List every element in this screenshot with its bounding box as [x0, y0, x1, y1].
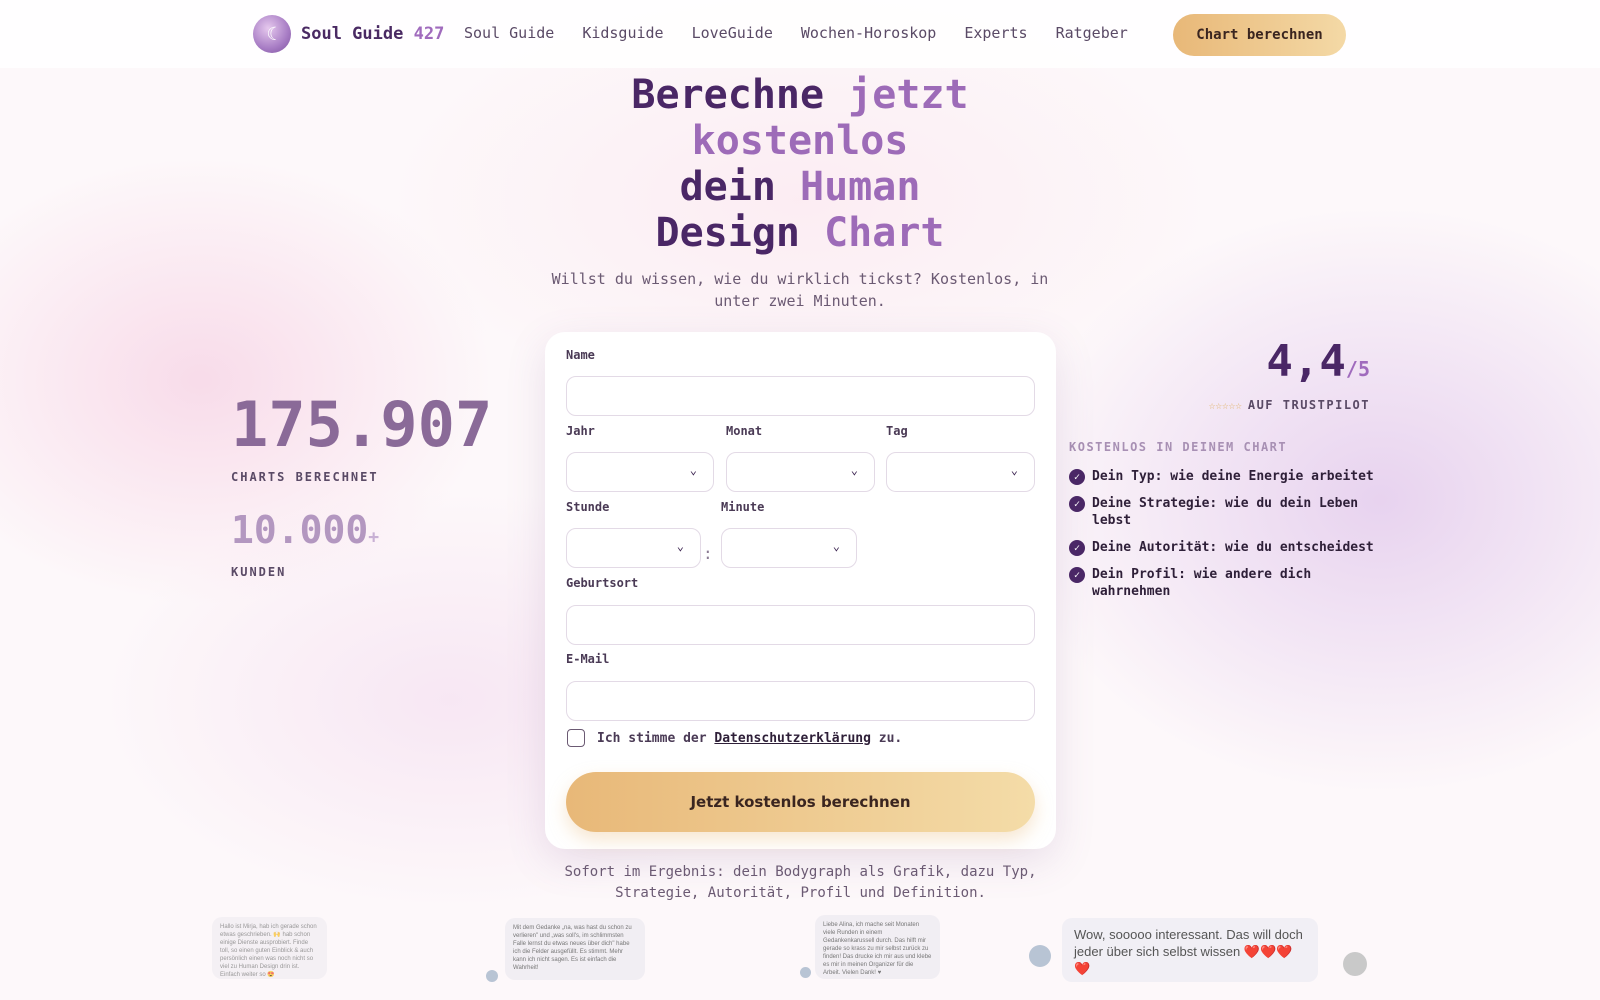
charts-count: 175.907: [231, 388, 493, 461]
day-label: Tag: [886, 424, 908, 438]
chart-form-card: Name Jahr ⌄ Monat ⌄ Tag ⌄ Stunde ⌄ : Min…: [545, 332, 1056, 849]
avatar: [486, 970, 498, 982]
birthplace-input[interactable]: [566, 605, 1035, 645]
consent-checkbox[interactable]: [567, 729, 585, 747]
email-label: E-Mail: [566, 652, 610, 666]
customers-count: 10.000+: [231, 508, 380, 552]
month-select[interactable]: ⌄: [726, 452, 875, 492]
email-input[interactable]: [566, 681, 1035, 721]
nav-loveguide[interactable]: LoveGuide: [692, 24, 773, 42]
list-item: ✓ Deine Strategie: wie du dein Leben lebs…: [1069, 495, 1379, 529]
privacy-policy-link[interactable]: Datenschutzerklärung: [714, 731, 871, 746]
name-label: Name: [566, 348, 595, 362]
site-header: ☾ Soul Guide 427 Soul Guide Kidsguide Lo…: [0, 0, 1600, 68]
check-circle-icon: ✓: [1069, 496, 1085, 512]
chevron-down-icon: ⌄: [850, 463, 858, 477]
minute-label: Minute: [721, 500, 765, 514]
nav-wochen-horoskop[interactable]: Wochen-Horoskop: [801, 24, 936, 42]
year-label: Jahr: [566, 424, 595, 438]
brand-name: Soul Guide 427: [301, 24, 445, 44]
hour-select[interactable]: ⌄: [566, 528, 701, 568]
page-title: Berechne jetzt kostenlos dein Human Desi…: [631, 72, 969, 256]
brand-logo[interactable]: ☾ Soul Guide 427: [253, 15, 444, 53]
consent-row: Ich stimme der Datenschutzerklärung zu.: [567, 729, 902, 747]
chevron-down-icon: ⌄: [1010, 463, 1018, 477]
chevron-down-icon: ⌄: [832, 539, 840, 553]
testimonial-card: Hallo ist Mirja, hab ich gerade schon et…: [212, 917, 327, 979]
avatar: [1343, 952, 1367, 976]
testimonial-card: Liebe Alina, ich mache seit Monaten viel…: [815, 915, 940, 979]
hero-subtitle: Willst du wissen, wie du wirklich tickst…: [551, 270, 1049, 310]
list-item: ✓ Dein Profil: wie andere dich wahrnehmen: [1069, 566, 1379, 600]
year-select[interactable]: ⌄: [566, 452, 714, 492]
check-circle-icon: ✓: [1069, 567, 1085, 583]
check-circle-icon: ✓: [1069, 469, 1085, 485]
nav-ratgeber[interactable]: Ratgeber: [1056, 24, 1128, 42]
submit-button[interactable]: Jetzt kostenlos berechnen: [566, 772, 1035, 832]
features-heading: KOSTENLOS IN DEINEM CHART: [1069, 440, 1288, 454]
main-nav: Soul Guide Kidsguide LoveGuide Wochen-Ho…: [464, 24, 1128, 42]
minute-select[interactable]: ⌄: [721, 528, 857, 568]
testimonial-card: Wow, sooooo interessant. Das will doch j…: [1062, 918, 1318, 982]
time-separator: :: [703, 544, 713, 563]
birthplace-label: Geburtsort: [566, 576, 639, 590]
day-select[interactable]: ⌄: [886, 452, 1035, 492]
moon-face-icon: ☾: [253, 15, 291, 53]
hour-label: Stunde: [566, 500, 610, 514]
name-input[interactable]: [566, 376, 1035, 416]
rating-stars-icon: ☆☆☆☆☆: [1208, 399, 1242, 412]
avatar: [800, 967, 811, 978]
avatar: [1029, 945, 1051, 967]
chart-berechnen-button[interactable]: Chart berechnen: [1173, 14, 1346, 56]
check-circle-icon: ✓: [1069, 540, 1085, 556]
customers-count-label: KUNDEN: [231, 565, 287, 579]
result-note: Sofort im Ergebnis: dein Bodygraph als G…: [564, 864, 1037, 901]
trustpilot-label: ☆☆☆☆☆ AUF TRUSTPILOT: [1208, 398, 1370, 412]
nav-experts[interactable]: Experts: [964, 24, 1027, 42]
charts-count-label: CHARTS BERECHNET: [231, 470, 379, 484]
list-item: ✓ Deine Autorität: wie du entscheidest: [1069, 539, 1379, 556]
trustpilot-rating: 4,4/5: [1266, 336, 1370, 387]
month-label: Monat: [726, 424, 763, 438]
nav-kidsguide[interactable]: Kidsguide: [582, 24, 663, 42]
testimonial-card: Mit dem Gedanke „na, was hast du schon z…: [505, 918, 645, 980]
features-list: ✓ Dein Typ: wie deine Energie arbeitet ✓ D…: [1069, 468, 1379, 610]
list-item: ✓ Dein Typ: wie deine Energie arbeitet: [1069, 468, 1379, 485]
chevron-down-icon: ⌄: [689, 463, 697, 477]
chevron-down-icon: ⌄: [676, 539, 684, 553]
nav-soul-guide[interactable]: Soul Guide: [464, 24, 554, 42]
